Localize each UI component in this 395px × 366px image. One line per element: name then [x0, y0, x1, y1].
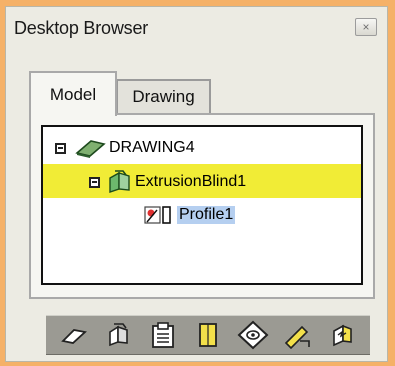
tab-drawing[interactable]: Drawing — [116, 79, 211, 113]
clipboard-tool-icon[interactable] — [147, 319, 179, 351]
tab-page: DRAWING4 ExtrusionBlind1 Profile1 — [29, 113, 375, 299]
extrude-tool-icon[interactable] — [103, 319, 135, 351]
tree-node-label: Profile1 — [177, 206, 236, 224]
drawing-icon — [73, 138, 107, 158]
tree-node-label: ExtrusionBlind1 — [135, 173, 247, 190]
tree-node-drawing[interactable]: DRAWING4 — [55, 135, 195, 161]
close-button[interactable]: × — [355, 18, 377, 36]
tree-node-extrusion[interactable]: ExtrusionBlind1 — [89, 169, 246, 195]
sheet-tool-icon[interactable] — [192, 319, 224, 351]
desktop-browser-panel: Desktop Browser × Model Drawing DRAWING4 — [5, 6, 388, 362]
window-title: Desktop Browser — [14, 18, 149, 38]
tree-node-profile[interactable]: Profile1 — [143, 202, 236, 228]
model-tree[interactable]: DRAWING4 ExtrusionBlind1 Profile1 — [41, 125, 363, 285]
drawing-tool-icon[interactable] — [58, 319, 90, 351]
pen-tool-icon[interactable] — [281, 319, 313, 351]
tree-node-label: DRAWING4 — [109, 139, 195, 156]
tab-model[interactable]: Model — [29, 71, 117, 116]
collapse-toggle[interactable] — [89, 176, 100, 188]
extrusion-icon — [107, 170, 133, 194]
update-tool-icon[interactable] — [326, 319, 358, 351]
browser-toolbar — [46, 315, 370, 355]
profile-icon — [143, 204, 175, 226]
diamond-view-icon[interactable] — [237, 319, 269, 351]
collapse-toggle[interactable] — [55, 142, 66, 154]
